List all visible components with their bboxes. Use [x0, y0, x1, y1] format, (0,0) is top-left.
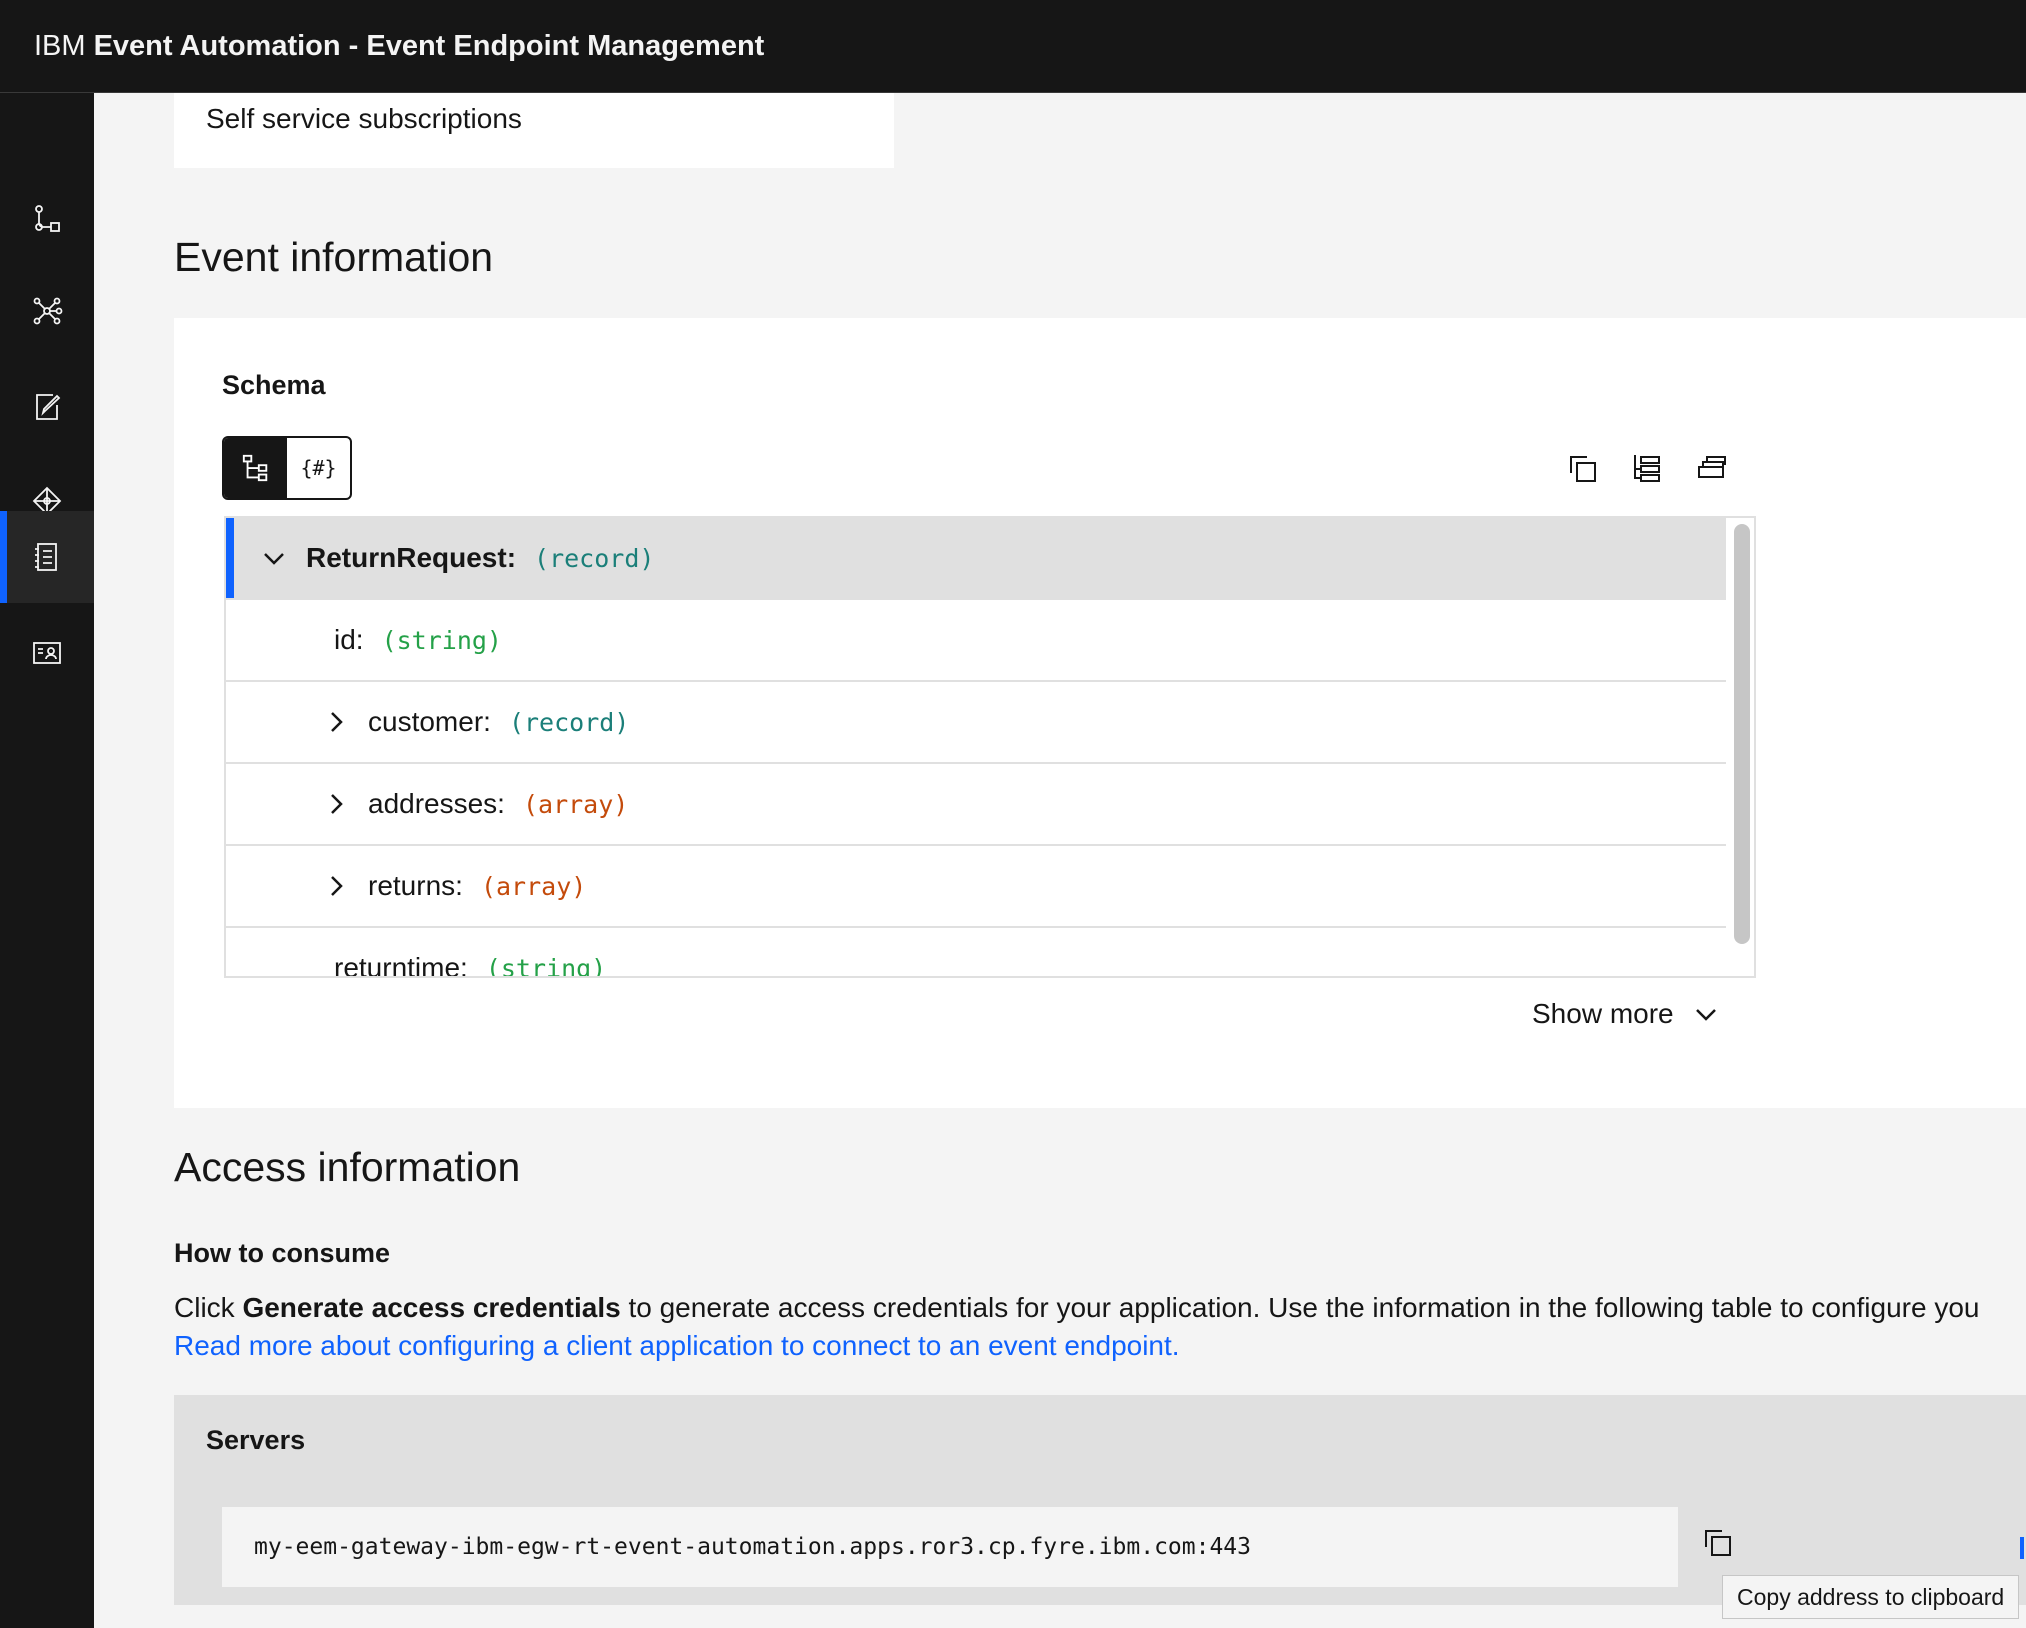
expand-all-button[interactable]: [1628, 450, 1666, 488]
side-nav: [0, 93, 94, 1628]
event-information-title: Event information: [174, 234, 494, 280]
nav-item-flow[interactable]: [0, 173, 94, 265]
collapse-all-button[interactable]: [1692, 450, 1730, 488]
tree-row-name: returns:: [368, 870, 463, 901]
tree-view-icon: [242, 454, 267, 482]
tree-scrollbar[interactable]: [1734, 524, 1750, 944]
tree-row-returnrequest[interactable]: ReturnRequest: (record): [226, 518, 1726, 600]
nav-item-network[interactable]: [0, 265, 94, 357]
servers-table: Servers my-eem-gateway-ibm-egw-rt-event-…: [174, 1395, 2026, 1605]
brand-name: IBM: [34, 29, 86, 62]
how-to-consume-heading: How to consume: [174, 1238, 391, 1268]
chevron-right-icon[interactable]: [322, 790, 350, 818]
copy-icon: [1570, 456, 1596, 482]
tree-row-type: (record): [508, 707, 630, 737]
read-more-link[interactable]: Read more about configuring a client app…: [174, 1330, 1180, 1361]
copy-schema-button[interactable]: [1564, 450, 1602, 488]
access-information-title: Access information: [174, 1144, 521, 1190]
tree-row-type: (array): [522, 789, 629, 819]
schema-label: Schema: [222, 370, 326, 400]
schema-tree: ReturnRequest: (record) id: (string) cus…: [224, 516, 1756, 978]
subscriptions-card: Self service subscriptions: [174, 93, 894, 168]
para-prefix: Click: [174, 1292, 243, 1323]
tree-row-name: customer:: [368, 706, 491, 737]
nav-item-catalog[interactable]: [0, 511, 94, 603]
show-more-button[interactable]: Show more: [1532, 998, 1720, 1030]
servers-header: Servers: [206, 1425, 306, 1455]
tree-row-type: (record): [534, 543, 655, 573]
contact-card-icon: [33, 642, 61, 664]
copy-address-button[interactable]: [1698, 1523, 1738, 1563]
server-address[interactable]: my-eem-gateway-ibm-egw-rt-event-automati…: [222, 1507, 1678, 1587]
tree-row-addresses[interactable]: addresses: (array): [226, 764, 1726, 846]
copy-tooltip: Copy address to clipboard: [1722, 1575, 2020, 1619]
expand-all-icon: [1634, 455, 1660, 482]
nav-item-edit[interactable]: [0, 361, 94, 453]
network-icon: [33, 297, 63, 325]
tree-row-name: ReturnRequest:: [306, 542, 517, 573]
schema-view-switch: {#}: [222, 436, 352, 500]
how-to-consume-text: Click Generate access credentials to gen…: [174, 1289, 2026, 1365]
tree-view-button[interactable]: [224, 438, 287, 498]
tree-row-type: (string): [381, 625, 502, 655]
generate-credentials-emphasis: Generate access credentials: [242, 1292, 621, 1323]
tree-row-type: (array): [480, 871, 587, 901]
subscriptions-text: Self service subscriptions: [206, 103, 522, 134]
show-more-label: Show more: [1532, 998, 1674, 1029]
chevron-down-icon[interactable]: [260, 544, 288, 572]
truncated-action-edge[interactable]: [2020, 1537, 2024, 1559]
chevron-right-icon[interactable]: [322, 872, 350, 900]
tree-row-returns[interactable]: returns: (array): [226, 846, 1726, 928]
product-name[interactable]: Event Automation - Event Endpoint Manage…: [94, 30, 765, 63]
tree-row-type: (string): [485, 953, 607, 978]
tree-row-name: id:: [334, 624, 364, 655]
schema-card: Schema {#} ReturnRequest: (record) id: (…: [174, 318, 2026, 1108]
tree-row-id[interactable]: id: (string): [226, 600, 1726, 682]
copy-icon: [1705, 1530, 1731, 1556]
tree-row-customer[interactable]: customer: (record): [226, 682, 1726, 764]
tree-row-name: returntime:: [334, 952, 468, 978]
nav-item-contact[interactable]: [0, 607, 94, 699]
top-header: IBM Event Automation - Event Endpoint Ma…: [0, 0, 2026, 93]
json-view-button[interactable]: {#}: [287, 438, 350, 498]
catalog-icon: [35, 543, 57, 571]
edit-icon: [36, 394, 61, 420]
tree-row-returntime[interactable]: returntime: (string): [226, 928, 1726, 978]
chevron-down-icon: [1695, 1009, 1716, 1021]
chevron-right-icon[interactable]: [322, 708, 350, 736]
collapse-all-icon: [1698, 456, 1726, 478]
flow-icon: [35, 205, 60, 232]
para-suffix: to generate access credentials for your …: [620, 1292, 1980, 1323]
tree-row-name: addresses:: [368, 788, 505, 819]
